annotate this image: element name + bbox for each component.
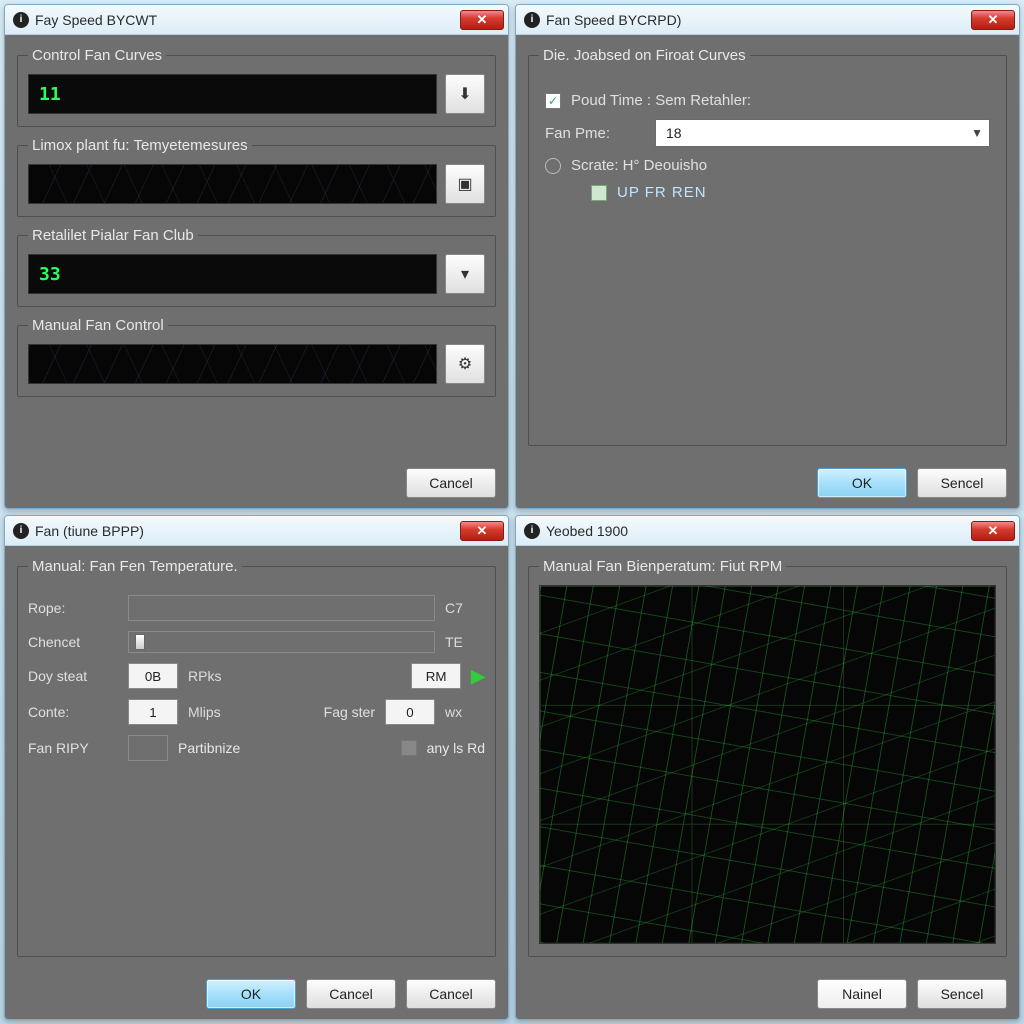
download-button[interactable]: ⬇ [445, 74, 485, 114]
partibnize-label: Partibnize [178, 740, 240, 756]
dialog-fan-speed-bycrpd: i Fan Speed BYCRPD) ✕ Die. Joabsed on Fi… [515, 4, 1020, 509]
chevron-down-icon: ▾ [461, 264, 469, 284]
close-icon: ✕ [988, 12, 999, 28]
calculator-icon [591, 185, 607, 201]
rope-unit: C7 [445, 600, 485, 616]
export-button[interactable]: ▣ [445, 164, 485, 204]
slider-thumb[interactable] [135, 634, 145, 650]
chevron-down-icon: ▼ [971, 126, 983, 140]
window-title: Fan Speed BYCRPD) [546, 12, 971, 28]
sencel-button[interactable]: Sencel [917, 468, 1007, 498]
value-display [28, 344, 437, 384]
fan-ripy-input[interactable] [128, 735, 168, 761]
close-icon: ✕ [477, 12, 488, 28]
cancel-button[interactable]: Cancel [306, 979, 396, 1009]
dialog-fan-speed-bycwt: i Fay Speed BYCWT ✕ Control Fan Curves 1… [4, 4, 509, 509]
dialog-yeobed-1900: i Yeobed 1900 ✕ Manual Fan Bienperatum: … [515, 515, 1020, 1020]
titlebar[interactable]: i Fan Speed BYCRPD) ✕ [516, 5, 1019, 35]
chencet-unit: TE [445, 634, 485, 650]
fan-pme-label: Fan Pme: [545, 125, 645, 142]
export-icon: ▣ [457, 174, 472, 194]
app-icon: i [13, 12, 29, 28]
any-checkbox[interactable] [401, 740, 417, 756]
scrate-label: Scrate: H° Deouisho [571, 157, 990, 174]
close-button[interactable]: ✕ [460, 10, 504, 30]
dropdown-button[interactable]: ▾ [445, 254, 485, 294]
conte-input[interactable] [128, 699, 178, 725]
group-legend: Retalilet Pialar Fan Club [28, 227, 198, 244]
fag-ster-input[interactable] [385, 699, 435, 725]
download-icon: ⬇ [458, 84, 471, 104]
group-firoat-curves: Die. Joabsed on Firoat Curves ✓ Poud Tim… [528, 47, 1007, 446]
app-icon: i [524, 12, 540, 28]
close-button[interactable]: ✕ [460, 521, 504, 541]
close-button[interactable]: ✕ [971, 521, 1015, 541]
value-display: 11 [28, 74, 437, 114]
ok-button[interactable]: OK [206, 979, 296, 1009]
window-title: Yeobed 1900 [546, 523, 971, 539]
window-title: Fan (tiune BPPP) [35, 523, 460, 539]
group-legend: Manual Fan Control [28, 317, 168, 334]
cancel-button-2[interactable]: Cancel [406, 979, 496, 1009]
conte-unit: Mlips [188, 704, 228, 720]
doy-unit: RPks [188, 668, 228, 684]
group-manual-fan-rpm-chart: Manual Fan Bienperatum: Fiut RPM [528, 558, 1007, 957]
chencet-slider[interactable] [128, 631, 435, 653]
value-display [28, 164, 437, 204]
up-fr-ren-link[interactable]: UP FR REN [617, 184, 707, 201]
doy-steat-input[interactable] [128, 663, 178, 689]
group-control-fan-curves: Control Fan Curves 11 ⬇ [17, 47, 496, 127]
group-legend: Die. Joabsed on Firoat Curves [539, 47, 750, 64]
conte-label: Conte: [28, 704, 118, 720]
titlebar[interactable]: i Fay Speed BYCWT ✕ [5, 5, 508, 35]
poud-time-checkbox[interactable]: ✓ [545, 93, 561, 109]
group-legend: Limox plant fu: Temyetemesures [28, 137, 252, 154]
titlebar[interactable]: i Yeobed 1900 ✕ [516, 516, 1019, 546]
group-retalilet-fan-club: Retalilet Pialar Fan Club 33 ▾ [17, 227, 496, 307]
group-legend: Control Fan Curves [28, 47, 166, 64]
group-limox-temperatures: Limox plant fu: Temyetemesures ▣ [17, 137, 496, 217]
group-legend: Manual Fan Bienperatum: Fiut RPM [539, 558, 786, 575]
poud-time-label: Poud Time : Sem Retahler: [571, 92, 990, 109]
dialog-fan-tune-bppp: i Fan (tiune BPPP) ✕ Manual: Fan Fen Tem… [4, 515, 509, 1020]
scrate-radio[interactable] [545, 158, 561, 174]
close-icon: ✕ [988, 523, 999, 539]
fan-ripy-label: Fan RIPY [28, 740, 118, 756]
chencet-label: Chencet [28, 634, 118, 650]
fan-rpm-chart[interactable] [539, 585, 996, 944]
cancel-button[interactable]: Cancel [406, 468, 496, 498]
app-icon: i [524, 523, 540, 539]
sencel-button[interactable]: Sencel [917, 979, 1007, 1009]
ok-button[interactable]: OK [817, 468, 907, 498]
fag-ster-label: Fag ster [324, 704, 375, 720]
nainel-button[interactable]: Nainel [817, 979, 907, 1009]
rope-input[interactable] [128, 595, 435, 621]
fan-pme-value: 18 [666, 125, 682, 141]
close-icon: ✕ [477, 523, 488, 539]
any-label: any ls Rd [427, 740, 485, 756]
settings-button[interactable]: ⚙ [445, 344, 485, 384]
gear-icon: ⚙ [458, 354, 472, 374]
group-manual-fan-control: Manual Fan Control ⚙ [17, 317, 496, 397]
titlebar[interactable]: i Fan (tiune BPPP) ✕ [5, 516, 508, 546]
rope-label: Rope: [28, 600, 118, 616]
app-icon: i [13, 523, 29, 539]
doy-steat-label: Doy steat [28, 668, 118, 684]
value-display: 33 [28, 254, 437, 294]
fag-unit: wx [445, 704, 485, 720]
close-button[interactable]: ✕ [971, 10, 1015, 30]
play-arrow-icon[interactable]: ▶ [471, 666, 485, 687]
window-title: Fay Speed BYCWT [35, 12, 460, 28]
rm-input[interactable] [411, 663, 461, 689]
group-manual-fan-temperature: Manual: Fan Fen Temperature. Rope: C7 Ch… [17, 558, 496, 957]
group-legend: Manual: Fan Fen Temperature. [28, 558, 242, 575]
fan-pme-select[interactable]: 18 ▼ [655, 119, 990, 147]
